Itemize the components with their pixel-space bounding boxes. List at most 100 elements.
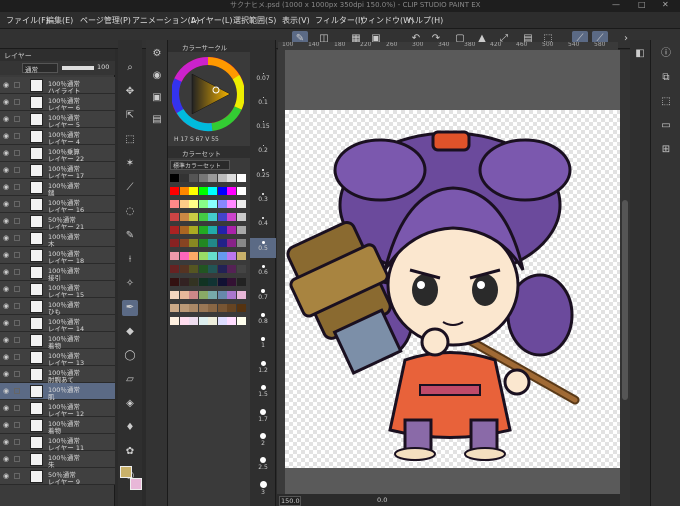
palette-icon[interactable]: ◉ xyxy=(149,68,165,84)
lock-icon[interactable] xyxy=(14,133,20,139)
color-swatch[interactable] xyxy=(227,187,236,195)
color-swatch[interactable] xyxy=(208,174,217,182)
color-swatch[interactable] xyxy=(236,239,246,247)
lock-icon[interactable] xyxy=(14,218,20,224)
color-swatch[interactable] xyxy=(198,278,208,286)
color-swatch[interactable] xyxy=(227,304,236,312)
color-swatch[interactable] xyxy=(208,278,217,286)
zoom-value[interactable]: 150.0 xyxy=(279,496,301,506)
opacity-slider[interactable] xyxy=(62,66,94,70)
color-swatch[interactable] xyxy=(189,291,198,299)
color-swatch[interactable] xyxy=(236,291,246,299)
color-swatch[interactable] xyxy=(198,252,208,260)
color-swatch[interactable] xyxy=(227,239,236,247)
brush-size-option[interactable]: 0.8 xyxy=(250,310,276,330)
color-wheel-tab[interactable]: カラーサークル xyxy=(168,40,250,52)
color-swatch[interactable] xyxy=(236,174,246,182)
color-set-select[interactable]: 標準カラーセット xyxy=(170,160,230,170)
operation-icon[interactable]: ⇱ xyxy=(122,108,138,124)
pencil-icon[interactable]: ✎ xyxy=(122,228,138,244)
color-swatch[interactable] xyxy=(198,174,208,182)
maximize-button[interactable]: □ xyxy=(638,0,646,9)
layer-row[interactable]: ◉ 100％通常 レイヤー 4 xyxy=(0,128,115,146)
navigator-icon[interactable]: ◧ xyxy=(632,46,648,62)
layer-row[interactable]: ◉ 100％通常 レイヤー 13 xyxy=(0,349,115,367)
menu-file[interactable]: ファイル(F) xyxy=(6,15,49,26)
color-swatch[interactable] xyxy=(217,239,227,247)
color-swatch[interactable] xyxy=(217,317,227,325)
layer-row[interactable]: ◉ 100％通常 レイヤー 16 xyxy=(0,196,115,214)
eye-icon[interactable]: ◉ xyxy=(3,149,9,157)
lock-icon[interactable] xyxy=(14,473,20,479)
color-swatch[interactable] xyxy=(217,200,227,208)
color-swatch[interactable] xyxy=(217,187,227,195)
color-swatch[interactable] xyxy=(236,265,246,273)
eye-icon[interactable]: ◉ xyxy=(3,98,9,106)
eye-icon[interactable]: ◉ xyxy=(3,268,9,276)
brush-size-option[interactable]: 1.5 xyxy=(250,382,276,402)
color-swatch[interactable] xyxy=(179,252,189,260)
balloon-icon[interactable]: ◯ xyxy=(122,348,138,364)
layer-row[interactable]: ◉ 100％通常 レイヤー 17 xyxy=(0,162,115,180)
brush-icon[interactable]: ⟊ xyxy=(122,252,138,268)
sparkle-icon[interactable]: ✧ xyxy=(122,276,138,292)
color-swatch[interactable] xyxy=(179,187,189,195)
vertical-scrollbar[interactable] xyxy=(620,50,630,506)
layer-row[interactable]: ◉ 100％通常 レイヤー 14 xyxy=(0,315,115,333)
layer-row[interactable]: ◉ 100％通常肌 xyxy=(0,383,115,401)
color-swatch[interactable] xyxy=(217,291,227,299)
brush-size-option[interactable]: 2.5 xyxy=(250,454,276,474)
layer-row[interactable]: ◉ 100％通常 肘腕あて xyxy=(0,366,115,384)
color-swatch[interactable] xyxy=(179,304,189,312)
brush-size-option[interactable]: 0.6 xyxy=(250,262,276,282)
layer-row[interactable]: ◉ 100％通常鎚 xyxy=(0,179,115,197)
brush-size-option[interactable]: 0.4 xyxy=(250,214,276,234)
brush-size-option[interactable]: 2 xyxy=(250,430,276,450)
layer-row[interactable]: ◉ 100％通常木 xyxy=(0,230,115,248)
blend-icon[interactable]: ◈ xyxy=(122,396,138,412)
brush-size-option[interactable]: 3 xyxy=(250,478,276,498)
color-swatch[interactable] xyxy=(198,265,208,273)
lock-icon[interactable] xyxy=(14,116,20,122)
color-swatch[interactable] xyxy=(198,239,208,247)
eyedropper-icon[interactable]: ⟋ xyxy=(122,180,138,196)
color-swatch[interactable] xyxy=(236,252,246,260)
color-swatch[interactable] xyxy=(208,317,217,325)
color-swatch[interactable] xyxy=(179,278,189,286)
brush-size-option[interactable]: 0.25 xyxy=(250,166,276,186)
layer-row[interactable]: ◉ 100％通常 着物 xyxy=(0,417,115,435)
color-swatch[interactable] xyxy=(208,291,217,299)
color-swatch[interactable] xyxy=(198,213,208,221)
color-swatch[interactable] xyxy=(179,200,189,208)
color-swatch[interactable] xyxy=(208,213,217,221)
eye-icon[interactable]: ◉ xyxy=(3,438,9,446)
fill-icon[interactable]: ◆ xyxy=(122,324,138,340)
color-swatch[interactable] xyxy=(236,200,246,208)
color-swatch[interactable] xyxy=(170,252,179,260)
lock-icon[interactable] xyxy=(14,439,20,445)
color-swatch[interactable] xyxy=(179,174,189,182)
brush-size-option[interactable]: 0.7 xyxy=(250,286,276,306)
layer-row[interactable]: ◉ 50％通常 レイヤー 21 xyxy=(0,213,115,231)
layer-row[interactable]: ◉ 100％通常朱 xyxy=(0,451,115,469)
stack-icon[interactable]: ⊞ xyxy=(658,142,674,158)
layer-row[interactable]: ◉ 50％通常 レイヤー 9 xyxy=(0,468,115,486)
color-swatch[interactable] xyxy=(208,304,217,312)
lock-icon[interactable] xyxy=(14,286,20,292)
color-swatch[interactable] xyxy=(198,226,208,234)
brush-size-option[interactable]: 1 xyxy=(250,334,276,354)
color-swatch[interactable] xyxy=(179,213,189,221)
brush-size-option[interactable]: 1.2 xyxy=(250,358,276,378)
color-swatch[interactable] xyxy=(179,317,189,325)
layer-row[interactable]: ◉ 100％通常 レイヤー 18 xyxy=(0,247,115,265)
eye-icon[interactable]: ◉ xyxy=(3,336,9,344)
lock-icon[interactable] xyxy=(14,337,20,343)
color-swatch[interactable] xyxy=(179,291,189,299)
gear-icon[interactable]: ⚙ xyxy=(149,46,165,62)
lock-icon[interactable] xyxy=(14,167,20,173)
sub-color-swatch[interactable] xyxy=(130,478,142,490)
menu-filter[interactable]: フィルター(I) xyxy=(315,15,363,26)
color-swatch[interactable] xyxy=(189,317,198,325)
layer-row[interactable]: ◉ 100％通常 ハイライト xyxy=(0,77,115,95)
color-swatch[interactable] xyxy=(189,265,198,273)
